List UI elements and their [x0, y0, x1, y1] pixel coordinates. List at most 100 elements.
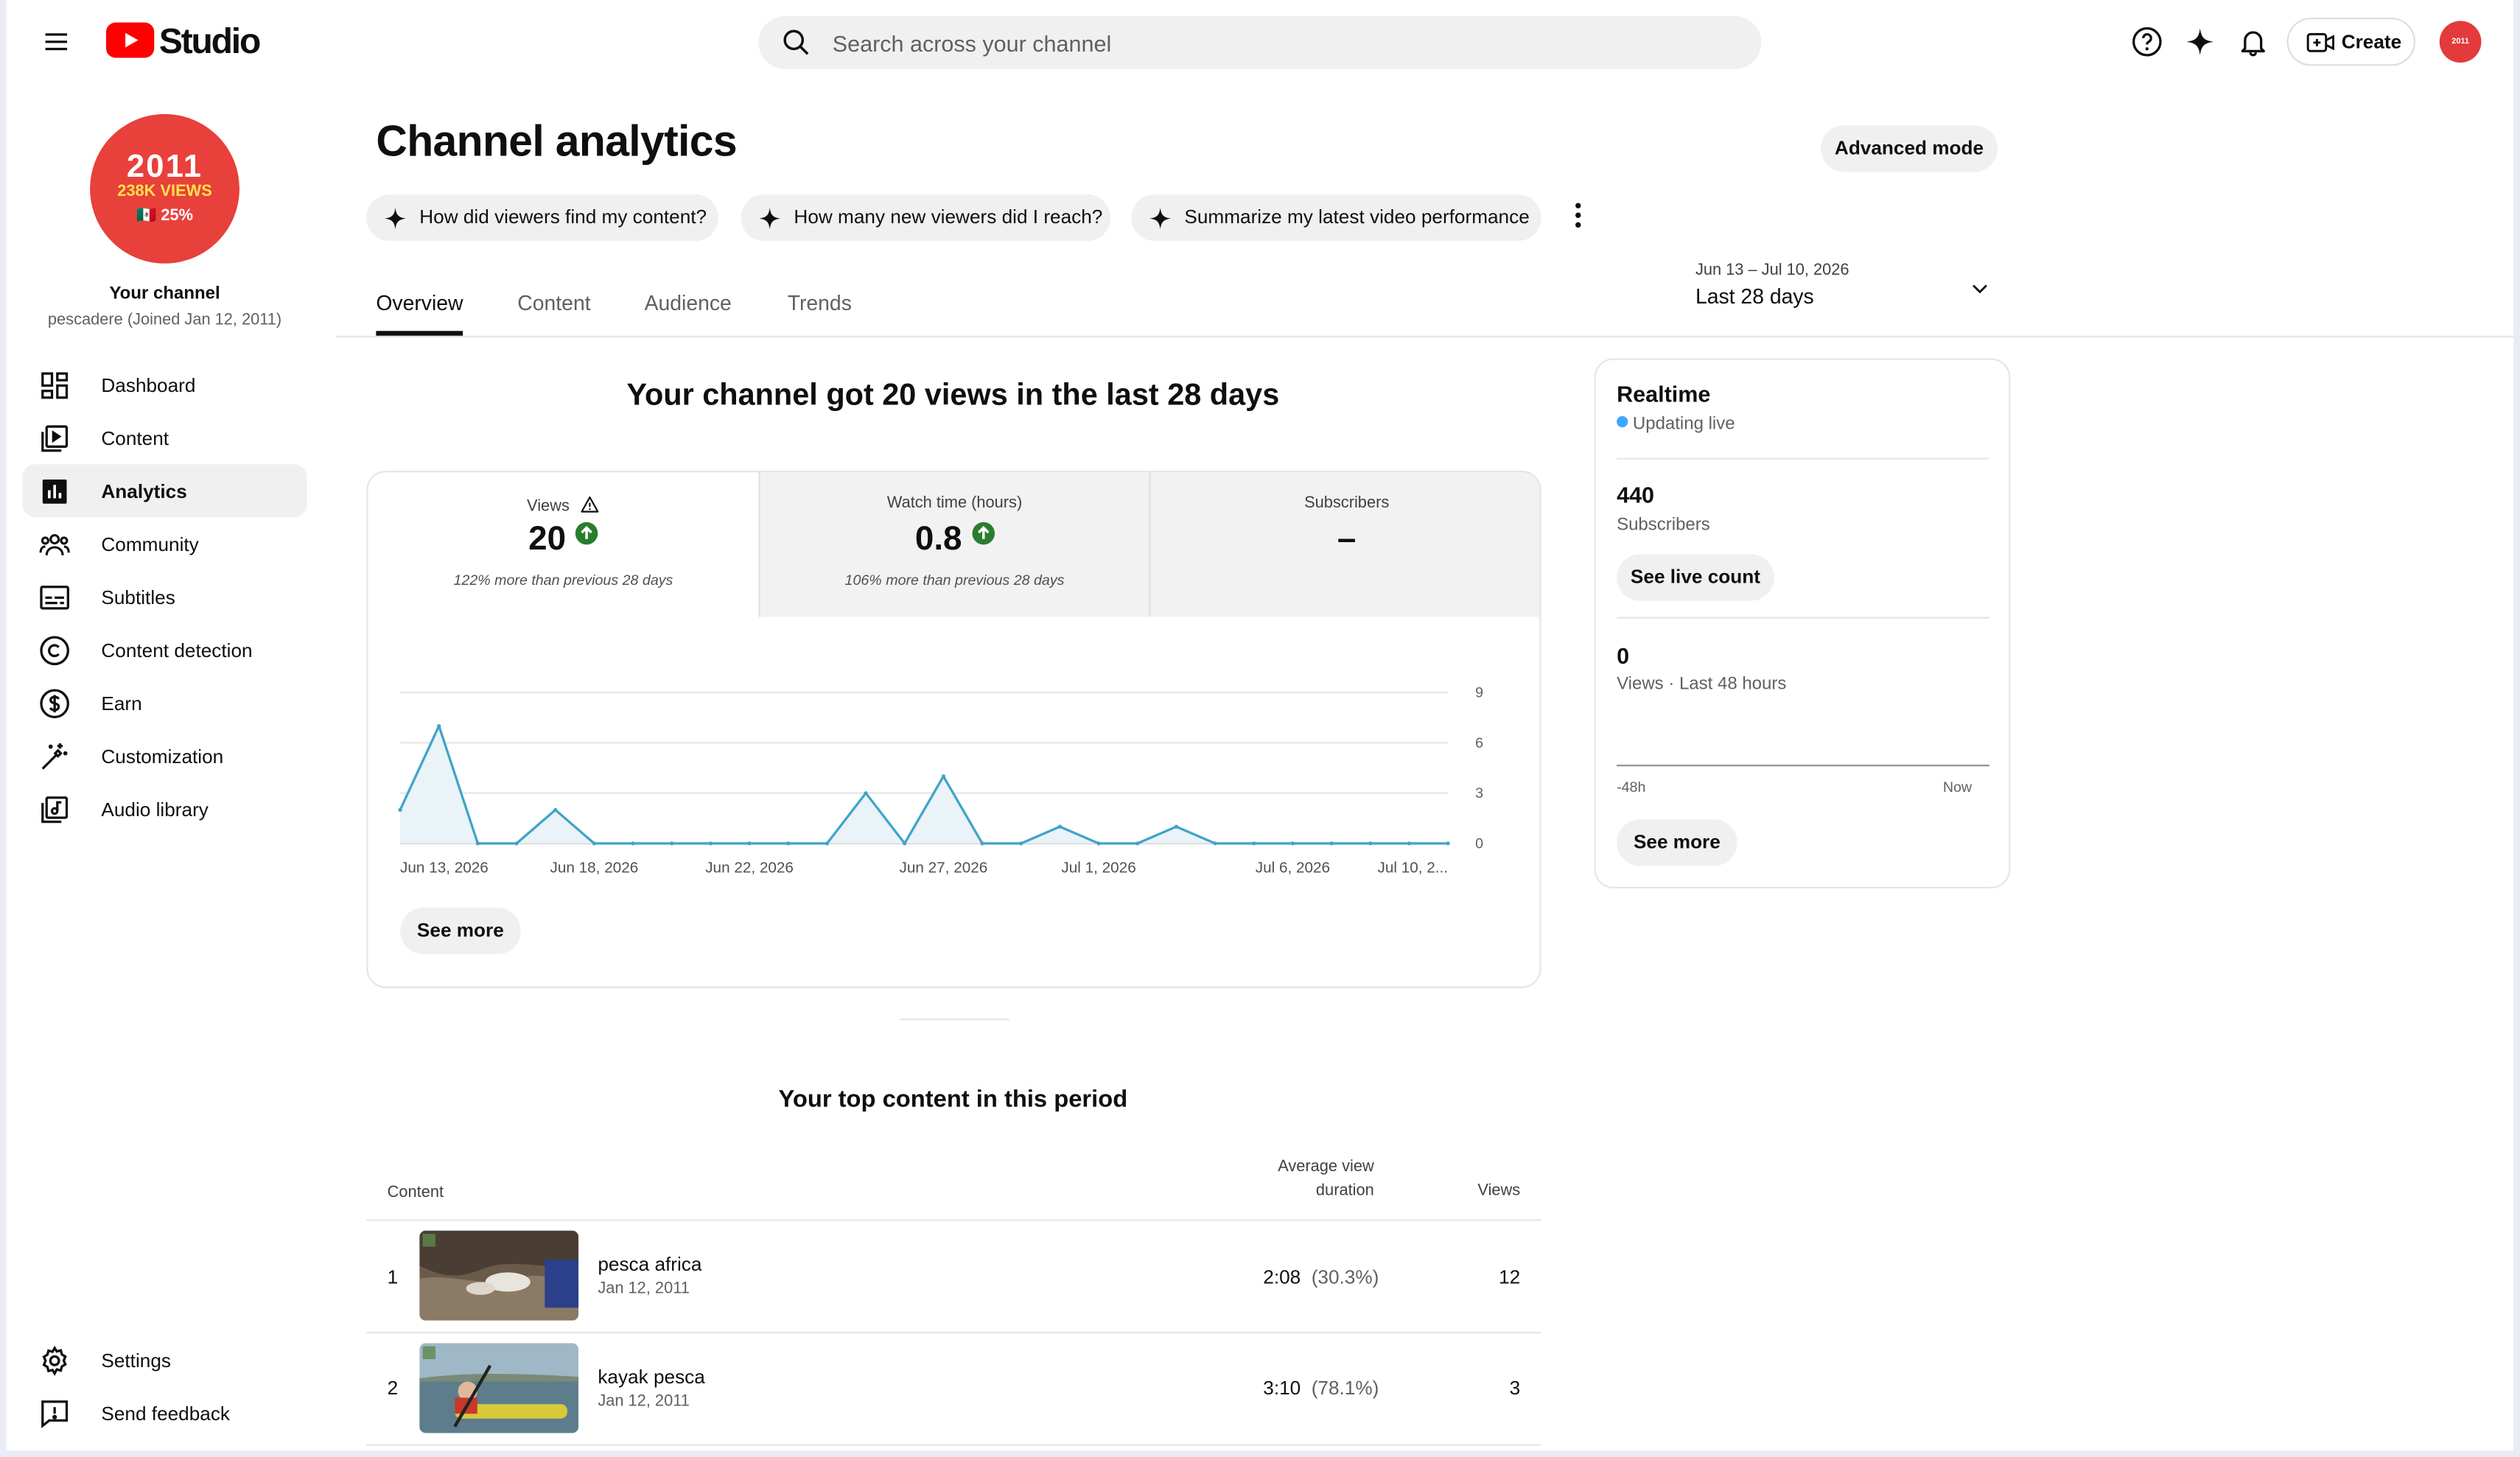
sidebar-item-earn[interactable]: Earn: [23, 676, 307, 729]
sidebar-item-customization[interactable]: Customization: [23, 729, 307, 782]
avg-view-percent: (78.1%): [1311, 1377, 1379, 1400]
sidebar-item-label: Send feedback: [101, 1402, 231, 1425]
sidebar-item-subtitles[interactable]: Subtitles: [23, 570, 307, 623]
data-point: [670, 841, 674, 846]
tabs-divider: [335, 335, 2514, 338]
sidebar-item-label: Content: [101, 427, 169, 450]
search-bar[interactable]: Search across your channel: [758, 15, 1762, 69]
magic-wand-icon: [38, 740, 71, 773]
chip-label: Summarize my latest video performance: [1184, 206, 1530, 228]
table-row[interactable]: 1 pesca africa Jan 12, 2011 2:08 (30.3%)…: [366, 1221, 1541, 1332]
date-range-picker[interactable]: Jun 13 – Jul 10, 2026 Last 28 days: [1689, 254, 2002, 318]
metric-comparison: 122% more than previous 28 days: [453, 572, 673, 589]
y-tick-label: 3: [1475, 785, 1483, 801]
column-header-avd-line2[interactable]: duration: [1214, 1182, 1374, 1200]
realtime-views-value: 0: [1617, 642, 1630, 669]
see-more-button[interactable]: See more: [400, 907, 521, 955]
advanced-mode-button[interactable]: Advanced mode: [1821, 125, 1998, 172]
avg-view-duration: 3:10: [1263, 1377, 1301, 1400]
column-header-views[interactable]: Views: [1438, 1182, 1520, 1200]
copyright-icon: [38, 634, 71, 667]
more-vert-icon[interactable]: [1565, 199, 1591, 231]
video-date: Jan 12, 2011: [598, 1392, 690, 1411]
realtime-status: Updating live: [1617, 415, 1735, 434]
column-header-avd-line1[interactable]: Average view: [1214, 1159, 1374, 1176]
data-point: [437, 723, 441, 728]
metric-value-row: 20: [368, 521, 758, 559]
suggestion-chip-traffic[interactable]: How did viewers find my content?: [366, 194, 718, 242]
video-title[interactable]: kayak pesca: [598, 1366, 704, 1388]
realtime-status-text: Updating live: [1632, 414, 1735, 434]
metric-label: Views: [527, 498, 570, 516]
row-rank: 1: [387, 1265, 399, 1289]
overview-headline: Your channel got 20 views in the last 28…: [626, 379, 1280, 413]
avg-view-duration: 2:08: [1263, 1265, 1301, 1289]
top-content-title: Your top content in this period: [778, 1086, 1128, 1114]
x-tick-label: Jul 6, 2026: [1256, 859, 1330, 876]
notifications-bell-icon[interactable]: [2237, 26, 2269, 58]
metric-label-row: Views: [368, 495, 758, 516]
metric-tile-watch-time[interactable]: Watch time (hours) 0.8 106% more than pr…: [758, 472, 1149, 617]
sidebar-item-label: Earn: [101, 692, 142, 715]
sidebar-item-label: Analytics: [101, 480, 187, 503]
data-point: [475, 841, 480, 846]
sidebar-item-community[interactable]: Community: [23, 517, 307, 570]
create-button[interactable]: Create: [2286, 17, 2416, 66]
analytics-icon: [38, 476, 71, 508]
metric-value: 0.8: [914, 520, 962, 558]
realtime-divider: [1617, 617, 1990, 619]
channel-avatar[interactable]: 2011 238K VIEWS 🇲🇽 25%: [90, 113, 239, 264]
views-value: 12: [1499, 1265, 1521, 1289]
see-live-count-button[interactable]: See live count: [1617, 554, 1774, 601]
menu-icon[interactable]: [42, 27, 71, 56]
row-rank: 2: [387, 1377, 399, 1400]
sidebar-item-content[interactable]: Content: [23, 411, 307, 464]
sidebar-item-label: Subtitles: [101, 586, 175, 609]
video-title[interactable]: pesca africa: [598, 1253, 701, 1276]
chip-label: How many new viewers did I reach?: [794, 206, 1103, 228]
tab-audience[interactable]: Audience: [645, 291, 732, 315]
tab-trends[interactable]: Trends: [788, 291, 852, 315]
chevron-down-icon: [1969, 278, 1992, 301]
metric-label: Subscribers: [1304, 494, 1390, 513]
search-input[interactable]: Search across your channel: [833, 30, 1112, 56]
sidebar-item-settings[interactable]: Settings: [23, 1333, 307, 1386]
data-point: [1368, 841, 1373, 846]
metric-label: Watch time (hours): [886, 494, 1023, 513]
avatar-text-views: 238K VIEWS: [117, 183, 212, 201]
suggestion-chip-summarize[interactable]: Summarize my latest video performance: [1131, 194, 1541, 242]
suggestion-chip-new-viewers[interactable]: How many new viewers did I reach?: [741, 194, 1111, 242]
metric-tile-views[interactable]: Views 20 122% more than previous 28 days: [368, 472, 758, 617]
avatar-text-year: 2011: [126, 149, 203, 185]
feedback-icon: [38, 1397, 71, 1430]
sidebar-item-send-feedback[interactable]: Send feedback: [23, 1386, 307, 1439]
views-value: 3: [1509, 1377, 1521, 1400]
data-point: [708, 841, 713, 846]
dollar-icon: [38, 687, 71, 720]
tab-content[interactable]: Content: [517, 291, 590, 315]
section-divider: [900, 1018, 1009, 1020]
data-point: [941, 774, 946, 779]
help-icon[interactable]: [2131, 26, 2163, 58]
channel-meta: pescadere (Joined Jan 12, 2011): [47, 312, 282, 330]
metric-tile-subscribers[interactable]: Subscribers –: [1149, 472, 1540, 617]
realtime-axis-start: -48h: [1617, 779, 1646, 796]
video-thumbnail[interactable]: [419, 1230, 579, 1321]
tab-overview[interactable]: Overview: [376, 291, 463, 315]
data-point: [1407, 841, 1412, 846]
sidebar-item-dashboard[interactable]: Dashboard: [23, 358, 307, 411]
sidebar-item-content-detection[interactable]: Content detection: [23, 623, 307, 676]
video-add-icon: [2306, 29, 2335, 56]
date-range-label: Last 28 days: [1695, 284, 1814, 309]
your-channel-label: Your channel: [109, 284, 220, 304]
sidebar-item-analytics[interactable]: Analytics: [22, 464, 307, 518]
sidebar-item-label: Content detection: [101, 639, 253, 662]
video-thumbnail[interactable]: [419, 1343, 579, 1433]
y-tick-label: 6: [1475, 735, 1483, 751]
realtime-see-more-button[interactable]: See more: [1617, 819, 1737, 866]
sidebar-item-audio-library[interactable]: Audio library: [23, 782, 307, 835]
table-row[interactable]: 2 kayak pesca Jan 12, 2011 3:10 (78.1%) …: [366, 1333, 1541, 1444]
account-avatar[interactable]: 2011: [2439, 21, 2482, 63]
metric-comparison: 106% more than previous 28 days: [844, 572, 1065, 589]
sparkle-icon[interactable]: [2184, 26, 2216, 58]
